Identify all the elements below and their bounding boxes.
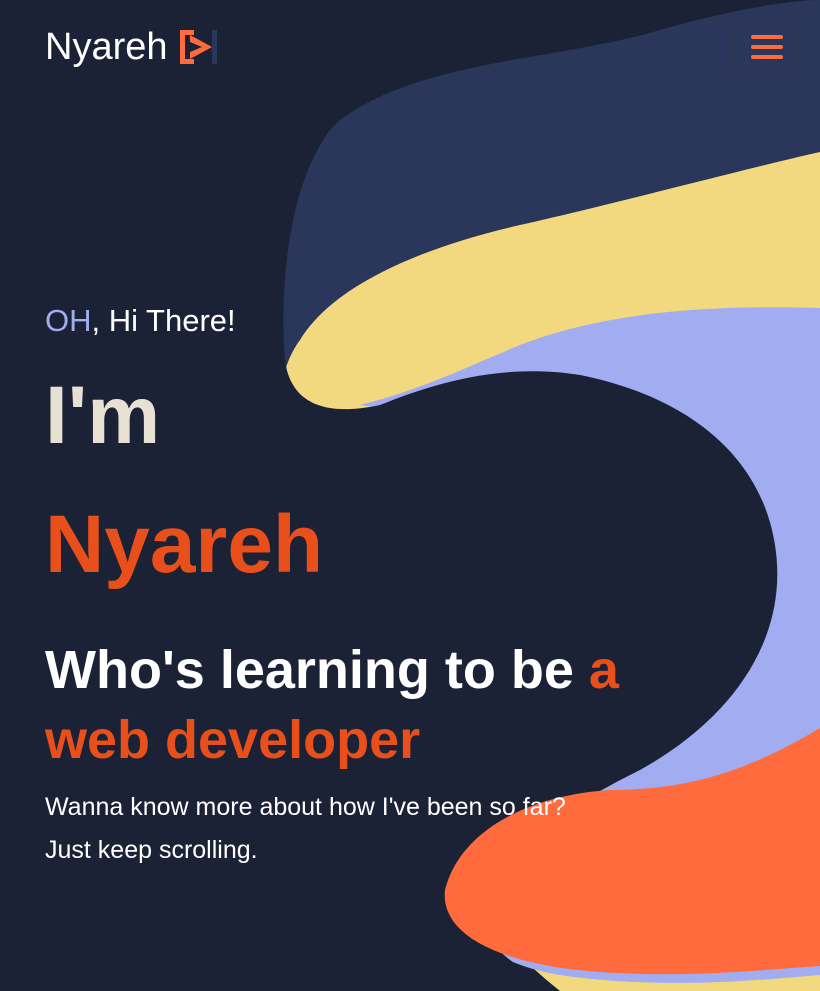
greeting-rest: , Hi There! (91, 303, 236, 338)
hamburger-menu-icon-bar-bottom (750, 54, 783, 59)
subtext: Wanna know more about how I've been so f… (45, 786, 685, 872)
hamburger-menu-button[interactable] (734, 22, 799, 71)
hero-page: Nyareh OH, Hi There! I'm Nyareh Who's le… (0, 0, 820, 991)
brand-link[interactable]: Nyareh (45, 24, 218, 70)
hamburger-menu-icon-bar-middle (750, 44, 783, 49)
hamburger-menu-icon-bar-top (750, 34, 783, 39)
subtext-line1: Wanna know more about how I've been so f… (45, 793, 566, 821)
subtext-line2: Just keep scrolling. (45, 836, 258, 864)
intro-im: I'm (45, 370, 161, 461)
play-bracket-logo-icon (179, 30, 217, 64)
brand-name: Nyareh (45, 26, 168, 68)
headline: Who's learning to be a web developer (45, 635, 685, 775)
greeting: OH, Hi There! (45, 302, 236, 340)
headline-main: Who's learning to be (45, 640, 589, 700)
hero-name: Nyareh (45, 499, 324, 590)
greeting-accent: OH (45, 303, 92, 338)
